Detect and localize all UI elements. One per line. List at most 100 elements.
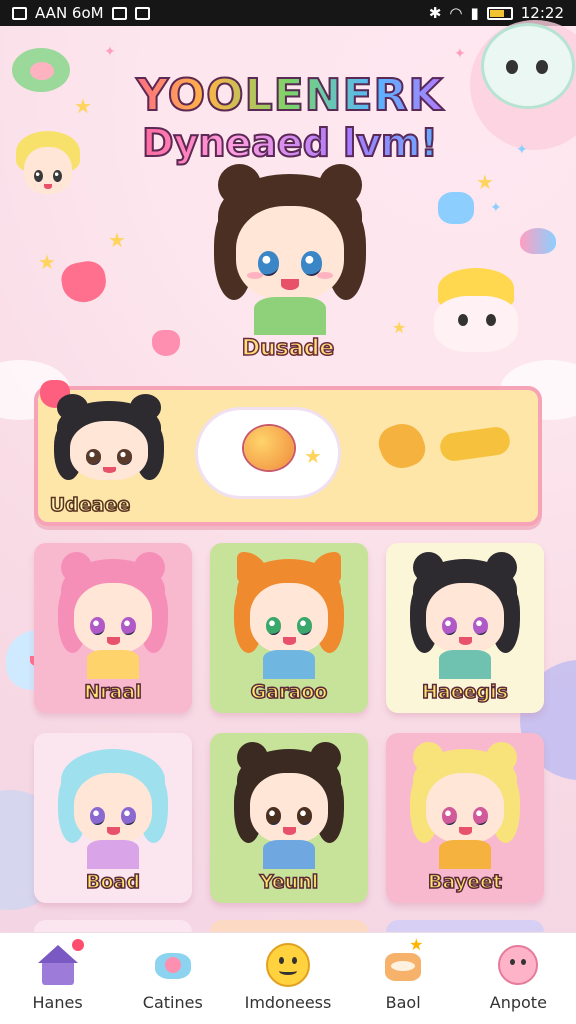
app-title: YOOLENERK Dyneaed lvm!: [120, 69, 460, 166]
star-icon: ★: [409, 935, 424, 954]
nav-item-profile[interactable]: Anpote: [463, 933, 573, 1012]
character-name: Nraal: [84, 680, 143, 704]
puppy-icon: ★: [381, 935, 425, 987]
mascot-eye: [486, 314, 496, 326]
outfit: [263, 840, 315, 869]
mascot-eye: [506, 60, 518, 74]
character-name: Haeegis: [421, 680, 508, 704]
eye: [472, 616, 489, 635]
eye: [89, 806, 106, 825]
candy-ball-icon: [244, 426, 294, 470]
mouth: [106, 827, 120, 836]
star-icon: ★: [304, 444, 322, 468]
blush: [246, 272, 263, 279]
eye: [296, 806, 313, 825]
main-character-avatar[interactable]: [200, 160, 380, 335]
eye: [257, 251, 280, 276]
character-card[interactable]: Nraal: [34, 543, 192, 713]
mouth: [282, 637, 296, 646]
outfit: [263, 650, 315, 679]
character-card[interactable]: Boad: [34, 733, 192, 903]
sparkle-icon: ✦: [104, 44, 116, 60]
nav-item-pets[interactable]: ★ Baol: [348, 933, 458, 1012]
mascot-body: [434, 296, 518, 352]
status-time: 12:22: [520, 4, 564, 22]
star-icon: ★: [74, 94, 92, 118]
mouth: [458, 827, 472, 836]
nav-label: Anpote: [489, 993, 547, 1012]
eye: [472, 806, 489, 825]
signal-icon: ▮: [470, 4, 479, 22]
star-icon: ★: [392, 318, 407, 337]
nav-item-center[interactable]: Imdoneess: [233, 933, 343, 1012]
mascot-green-blob: [12, 48, 70, 92]
featured-character-avatar[interactable]: [44, 392, 174, 502]
face-icon: [496, 943, 540, 987]
status-right: ✱ ◠ ▮ 12:22: [429, 4, 564, 22]
nav-label: Hanes: [32, 993, 83, 1012]
character-avatar: [48, 739, 178, 869]
bottom-nav: Hanes Catines Imdoneess ★ Baol Anpote: [0, 932, 576, 1024]
sparkle-icon: ✦: [490, 200, 502, 216]
status-bar: AAN 6oM ✱ ◠ ▮ 12:22: [0, 0, 576, 26]
star-icon: ★: [476, 170, 494, 194]
nav-label: Baol: [385, 993, 421, 1012]
smiley-icon: [265, 943, 310, 987]
nav-item-candies[interactable]: Catines: [118, 933, 228, 1012]
mouth: [458, 637, 472, 646]
status-left-text: AAN 6oM: [35, 4, 104, 22]
mouth: [281, 279, 299, 290]
character-avatar: [224, 739, 354, 869]
eye: [265, 616, 282, 635]
nav-item-home[interactable]: Hanes: [3, 933, 113, 1012]
featured-character-name: Udeaee: [49, 493, 131, 517]
character-avatar: [48, 549, 178, 679]
bluetooth-icon: ✱: [428, 4, 442, 22]
mouth: [106, 637, 120, 646]
title-line-1: YOOLENERK: [120, 69, 460, 122]
heart-icon: [152, 330, 180, 356]
character-avatar: [400, 549, 530, 679]
notification-icon: [134, 6, 150, 20]
character-name: Boad: [85, 870, 140, 894]
mascot-helmet: [428, 262, 524, 358]
wifi-icon: ◠: [449, 4, 463, 22]
title-line-2: Dyneaed lvm!: [120, 120, 460, 166]
star-icon: ★: [38, 250, 56, 274]
heart-icon: [58, 258, 110, 306]
status-left: AAN 6oM: [12, 4, 150, 22]
mascot-eye: [33, 169, 44, 183]
outfit: [254, 296, 326, 335]
main-character-name: Dusade: [241, 335, 335, 362]
eye: [265, 806, 282, 825]
eye: [116, 449, 133, 465]
eye: [441, 806, 458, 825]
outfit: [87, 840, 139, 869]
notification-icon: [111, 6, 127, 20]
character-card[interactable]: Bayeet: [386, 733, 544, 903]
eye: [120, 616, 137, 635]
character-name: Yeunl: [259, 870, 319, 894]
star-shape-icon: [438, 192, 474, 224]
character-card[interactable]: Yeunl: [210, 733, 368, 903]
mascot-cloud-top-right: [484, 26, 572, 106]
eye: [85, 449, 102, 465]
battery-icon: [486, 6, 513, 20]
character-card[interactable]: Garaoo: [210, 543, 368, 713]
notification-icon: [12, 6, 27, 20]
mascot-face: [30, 62, 54, 80]
outfit: [87, 650, 139, 679]
eye: [89, 616, 106, 635]
notification-dot: [71, 939, 84, 951]
lollipop-icon: [520, 228, 556, 254]
app-screen: AAN 6oM ✱ ◠ ▮ 12:22 ★ ★ ★ ★ ★ ✦ ✦ ✦ ✦ YO…: [0, 0, 576, 1024]
eye: [296, 616, 313, 635]
character-card[interactable]: Haeegis: [386, 543, 544, 713]
nav-label: Catines: [142, 993, 203, 1012]
mascot-eye: [536, 60, 548, 74]
character-avatar: [224, 549, 354, 679]
character-name: Garaoo: [250, 680, 328, 704]
sparkle-icon: ✦: [516, 142, 528, 158]
candy-icon: [151, 943, 195, 987]
star-icon: ★: [108, 228, 126, 252]
